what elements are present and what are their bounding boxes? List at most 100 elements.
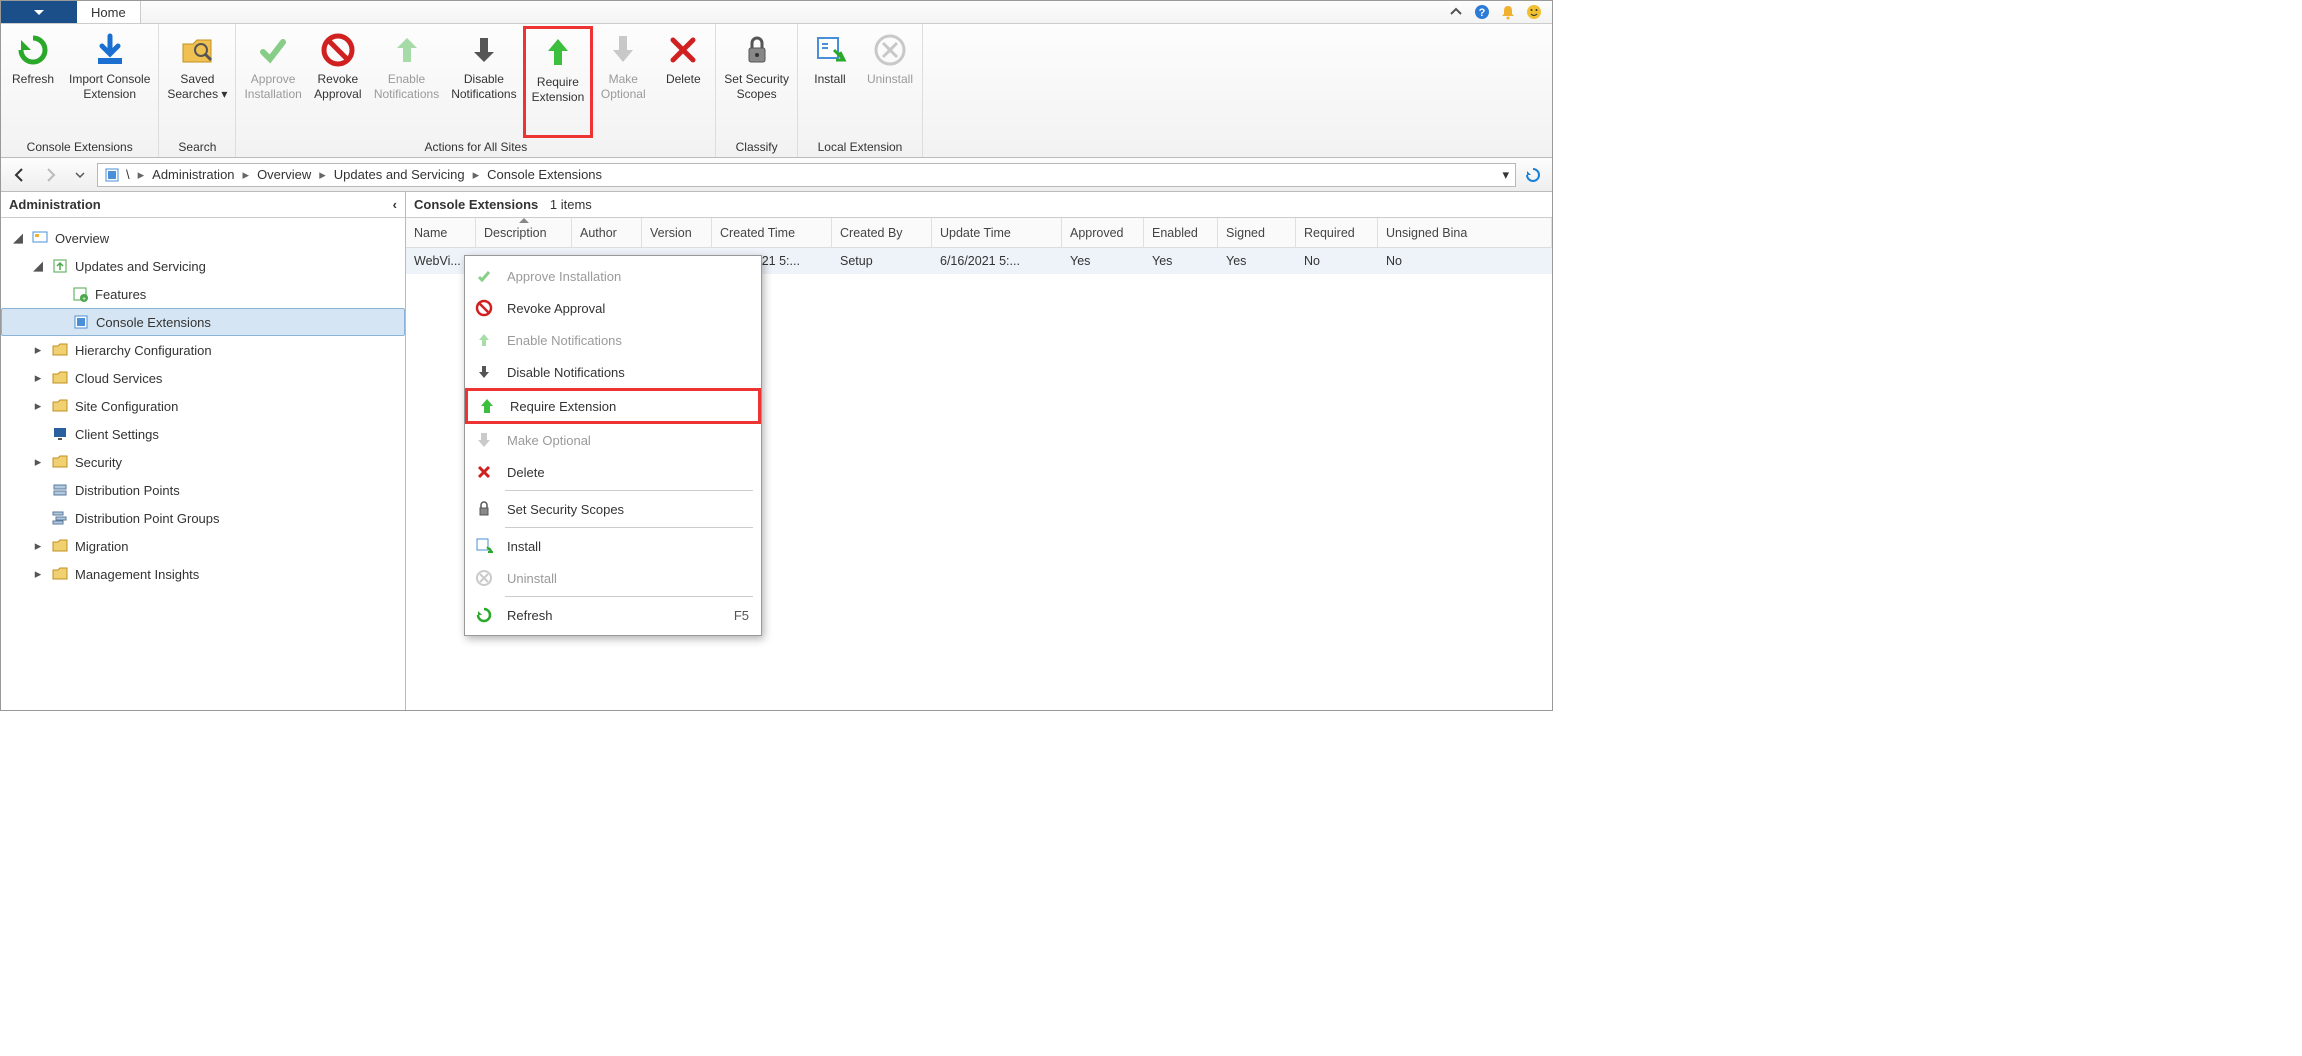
ctx-require-extension[interactable]: Require Extension — [465, 388, 761, 424]
crumb-console-extensions[interactable]: Console Extensions — [483, 167, 606, 182]
cell-required: No — [1296, 248, 1378, 274]
tree-updates-servicing[interactable]: ◢Updates and Servicing — [1, 252, 405, 280]
grid-header: Name Description Author Version Created … — [406, 218, 1552, 248]
uninstall-icon — [473, 567, 495, 589]
tree-client-settings[interactable]: Client Settings — [1, 420, 405, 448]
ctx-separator — [505, 490, 753, 491]
ctx-uninstall: Uninstall — [465, 562, 761, 594]
cell-update-time: 6/16/2021 5:... — [932, 248, 1062, 274]
tree-hierarchy[interactable]: ▸Hierarchy Configuration — [1, 336, 405, 364]
col-unsigned[interactable]: Unsigned Bina — [1378, 218, 1552, 247]
make-optional-button: Make Optional — [593, 26, 653, 138]
tree-security[interactable]: ▸Security — [1, 448, 405, 476]
history-dropdown[interactable] — [67, 163, 93, 187]
ctx-refresh-shortcut: F5 — [734, 608, 749, 623]
caret-down-icon — [34, 10, 44, 15]
crumb-root[interactable]: \ — [122, 167, 134, 182]
col-update-time[interactable]: Update Time — [932, 218, 1062, 247]
breadcrumb-dropdown-icon[interactable]: ▾ — [1502, 167, 1509, 183]
col-signed[interactable]: Signed — [1218, 218, 1296, 247]
ctx-separator — [505, 527, 753, 528]
ctx-disable-notifications[interactable]: Disable Notifications — [465, 356, 761, 388]
sidebar-title: Administration ‹ — [1, 192, 405, 218]
ribbon-group-local-extension: Install Uninstall Local Extension — [798, 24, 923, 157]
folder-icon — [51, 565, 69, 583]
ctx-delete[interactable]: Delete — [465, 456, 761, 488]
crumb-overview[interactable]: Overview — [253, 167, 315, 182]
folder-icon — [51, 341, 69, 359]
arrow-down-icon — [473, 361, 495, 383]
breadcrumb-bar[interactable]: \▸ Administration▸ Overview▸ Updates and… — [97, 163, 1516, 187]
ribbon-group-actions: Approve Installation Revoke Approval Ena… — [236, 24, 716, 157]
import-console-extension-button[interactable]: Import Console Extension — [63, 26, 156, 138]
sort-asc-icon — [519, 218, 529, 223]
back-button[interactable] — [7, 163, 33, 187]
server-group-icon — [51, 509, 69, 527]
folder-icon — [51, 397, 69, 415]
ctx-approve-installation: Approve Installation — [465, 260, 761, 292]
col-created-time[interactable]: Created Time — [712, 218, 832, 247]
col-version[interactable]: Version — [642, 218, 712, 247]
col-created-by[interactable]: Created By — [832, 218, 932, 247]
tab-home[interactable]: Home — [77, 1, 141, 23]
crumb-administration[interactable]: Administration — [148, 167, 238, 182]
cell-enabled: Yes — [1144, 248, 1218, 274]
svg-text:?: ? — [1479, 7, 1486, 19]
uninstall-button: Uninstall — [860, 26, 920, 138]
check-icon — [473, 265, 495, 287]
folder-icon — [51, 453, 69, 471]
client-icon — [51, 425, 69, 443]
tree-features[interactable]: +Features — [1, 280, 405, 308]
app-menu-button[interactable] — [1, 1, 77, 23]
set-security-scopes-button[interactable]: Set Security Scopes — [718, 26, 795, 138]
ctx-enable-notifications: Enable Notifications — [465, 324, 761, 356]
arrow-down-grey-icon — [473, 429, 495, 451]
delete-button[interactable]: Delete — [653, 26, 713, 138]
require-extension-button[interactable]: Require Extension — [523, 26, 594, 138]
tree-overview[interactable]: ◢Overview — [1, 224, 405, 252]
refresh-button[interactable]: Refresh — [3, 26, 63, 138]
ctx-refresh[interactable]: RefreshF5 — [465, 599, 761, 631]
tree-migration[interactable]: ▸Migration — [1, 532, 405, 560]
bell-icon[interactable] — [1500, 4, 1516, 20]
cell-unsigned: No — [1378, 248, 1552, 274]
folder-icon — [51, 369, 69, 387]
ctx-set-security-scopes[interactable]: Set Security Scopes — [465, 493, 761, 525]
collapse-sidebar-icon[interactable]: ‹ — [393, 197, 397, 212]
saved-searches-button[interactable]: Saved Searches ▾ — [161, 26, 233, 138]
tree-site-config[interactable]: ▸Site Configuration — [1, 392, 405, 420]
col-name[interactable]: Name — [406, 218, 476, 247]
enable-notifications-button: Enable Notifications — [368, 26, 445, 138]
nav-tree: ◢Overview ◢Updates and Servicing +Featur… — [1, 218, 405, 594]
lock-icon — [473, 498, 495, 520]
main-header: Console Extensions 1 items — [406, 192, 1552, 218]
arrow-up-icon — [473, 329, 495, 351]
tree-cloud-services[interactable]: ▸Cloud Services — [1, 364, 405, 392]
tree-distribution-points[interactable]: Distribution Points — [1, 476, 405, 504]
install-icon — [473, 535, 495, 557]
tree-management-insights[interactable]: ▸Management Insights — [1, 560, 405, 588]
smile-icon[interactable] — [1526, 4, 1542, 20]
col-description[interactable]: Description — [476, 218, 572, 247]
ribbon-group-search: Saved Searches ▾ Search — [159, 24, 236, 157]
col-author[interactable]: Author — [572, 218, 642, 247]
chevron-up-icon[interactable] — [1448, 4, 1464, 20]
install-button[interactable]: Install — [800, 26, 860, 138]
server-icon — [51, 481, 69, 499]
arrow-up-green-icon — [476, 395, 498, 417]
help-icon[interactable]: ? — [1474, 4, 1490, 20]
cell-created-by: Setup — [832, 248, 932, 274]
tree-distribution-point-groups[interactable]: Distribution Point Groups — [1, 504, 405, 532]
ctx-install[interactable]: Install — [465, 530, 761, 562]
nav-refresh-button[interactable] — [1520, 163, 1546, 187]
col-approved[interactable]: Approved — [1062, 218, 1144, 247]
disable-notifications-button[interactable]: Disable Notifications — [445, 26, 522, 138]
col-enabled[interactable]: Enabled — [1144, 218, 1218, 247]
revoke-approval-button[interactable]: Revoke Approval — [308, 26, 368, 138]
ctx-revoke-approval[interactable]: Revoke Approval — [465, 292, 761, 324]
col-required[interactable]: Required — [1296, 218, 1378, 247]
content-body: Administration ‹ ◢Overview ◢Updates and … — [1, 192, 1552, 710]
crumb-updates[interactable]: Updates and Servicing — [330, 167, 469, 182]
breadcrumb-root-icon — [104, 167, 120, 183]
tree-console-extensions[interactable]: Console Extensions — [1, 308, 405, 336]
